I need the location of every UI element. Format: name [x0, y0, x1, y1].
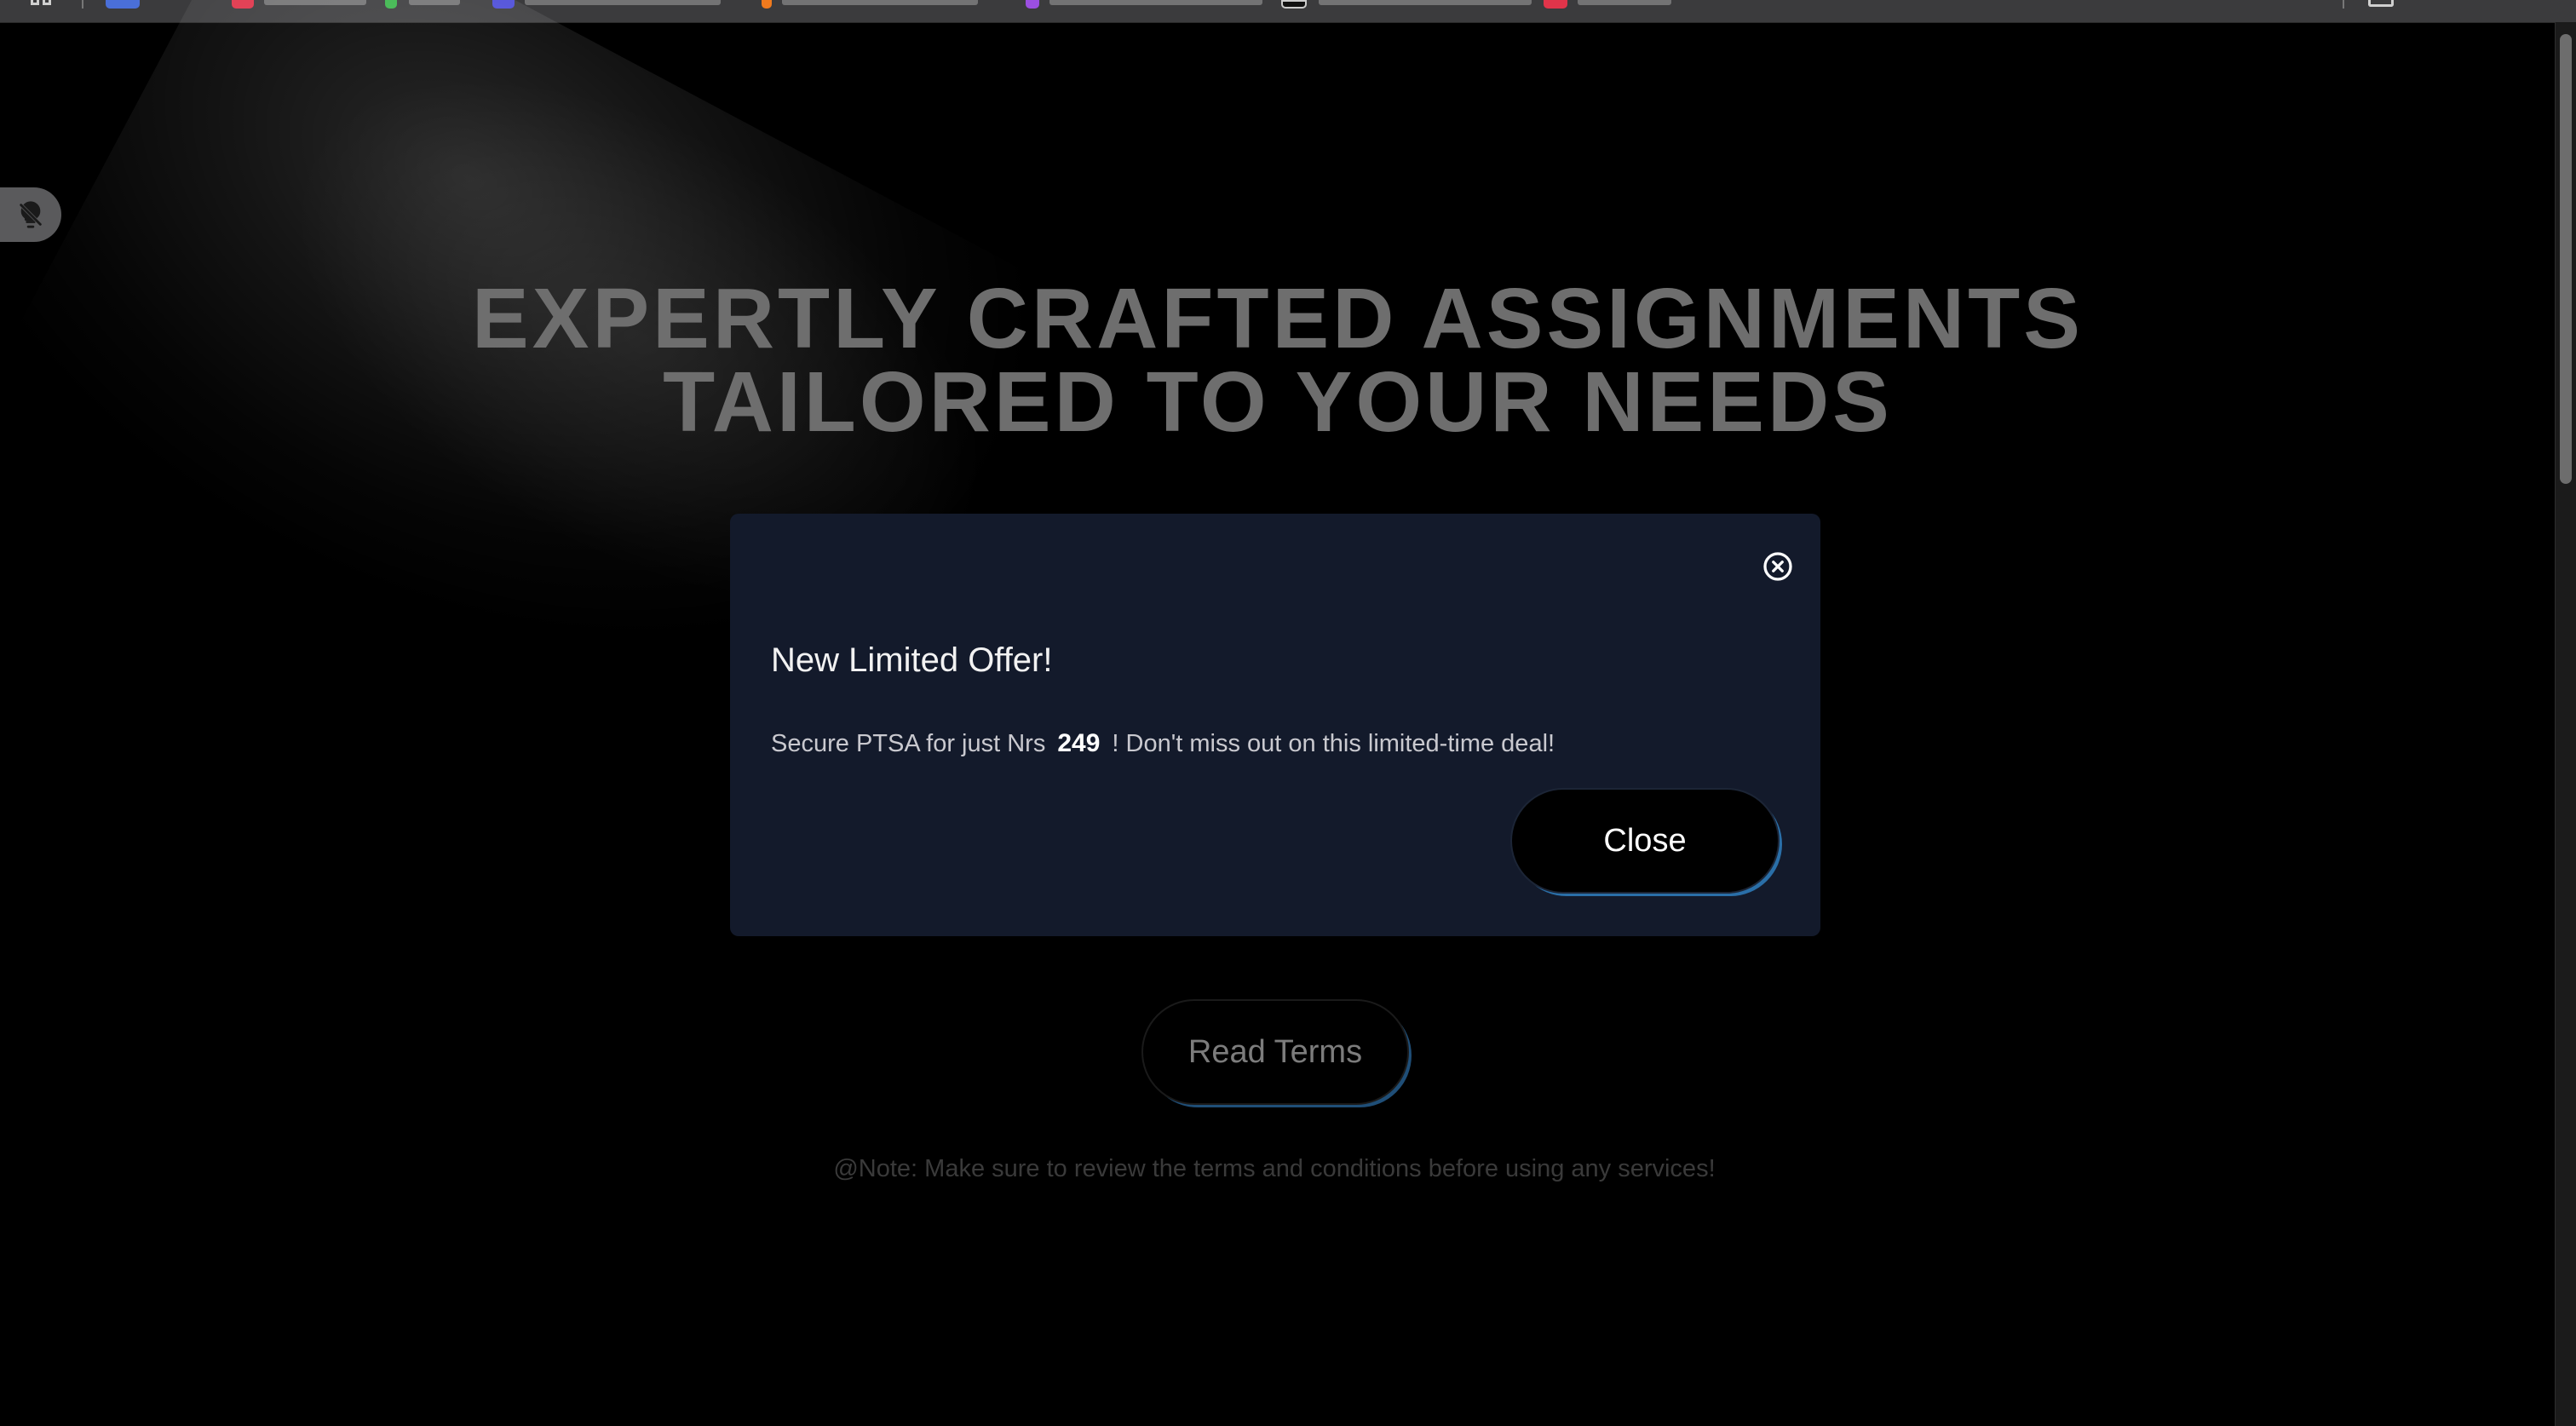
apps-icon[interactable] [31, 0, 56, 7]
bookmark-separator [2343, 0, 2344, 9]
bookmark-favicon[interactable] [762, 0, 772, 9]
hero-title-line: EXPERTLY CRAFTED ASSIGNMENTS [472, 271, 2084, 366]
bookmark-favicon[interactable] [1281, 0, 1307, 9]
bookmark-favicon[interactable] [1026, 0, 1039, 9]
bookmark-label[interactable] [409, 0, 460, 5]
hero-title-line: TAILORED TO YOUR NEEDS [663, 354, 1893, 450]
bookmark-label[interactable] [782, 0, 978, 5]
bookmark-favicon[interactable] [1544, 0, 1567, 9]
offer-modal: New Limited Offer! Secure PTSA for just … [730, 514, 1820, 936]
close-button[interactable]: Close [1510, 788, 1780, 894]
hero-title: EXPERTLY CRAFTED ASSIGNMENTS TAILORED TO… [256, 271, 2300, 450]
lightbulb-off-icon[interactable] [0, 187, 61, 242]
scrollbar-thumb[interactable] [2560, 34, 2572, 484]
close-circle-icon[interactable] [1762, 551, 1793, 582]
bookmark-label[interactable] [1578, 0, 1671, 5]
bookmark-label[interactable] [264, 0, 366, 5]
bookmark-favicon[interactable] [385, 0, 397, 9]
bookmarks-bar [0, 0, 2576, 23]
bookmark-favicon[interactable] [492, 0, 515, 9]
offer-price: 249 [1057, 729, 1101, 757]
page: EXPERTLY CRAFTED ASSIGNMENTS TAILORED TO… [0, 0, 2576, 1426]
read-terms-button[interactable]: Read Terms [1141, 999, 1409, 1105]
terms-note: @Note: Make sure to review the terms and… [833, 1155, 1716, 1182]
bookmark-label[interactable] [1319, 0, 1532, 5]
scrollbar[interactable] [2555, 22, 2576, 1426]
modal-message-prefix: Secure PTSA for just Nrs [771, 730, 1046, 757]
bookmark-label[interactable] [1049, 0, 1262, 5]
modal-title: New Limited Offer! [771, 641, 1053, 679]
bookmark-favicon[interactable] [106, 0, 140, 9]
bookmark-favicon[interactable] [232, 0, 254, 9]
modal-message-suffix: ! Don't miss out on this limited-time de… [1112, 730, 1555, 757]
bookmark-label[interactable] [525, 0, 721, 5]
bookmark-separator [82, 0, 83, 9]
modal-message: Secure PTSA for just Nrs 249 ! Don't miss … [771, 727, 1555, 761]
reading-list-icon[interactable] [2368, 0, 2394, 7]
